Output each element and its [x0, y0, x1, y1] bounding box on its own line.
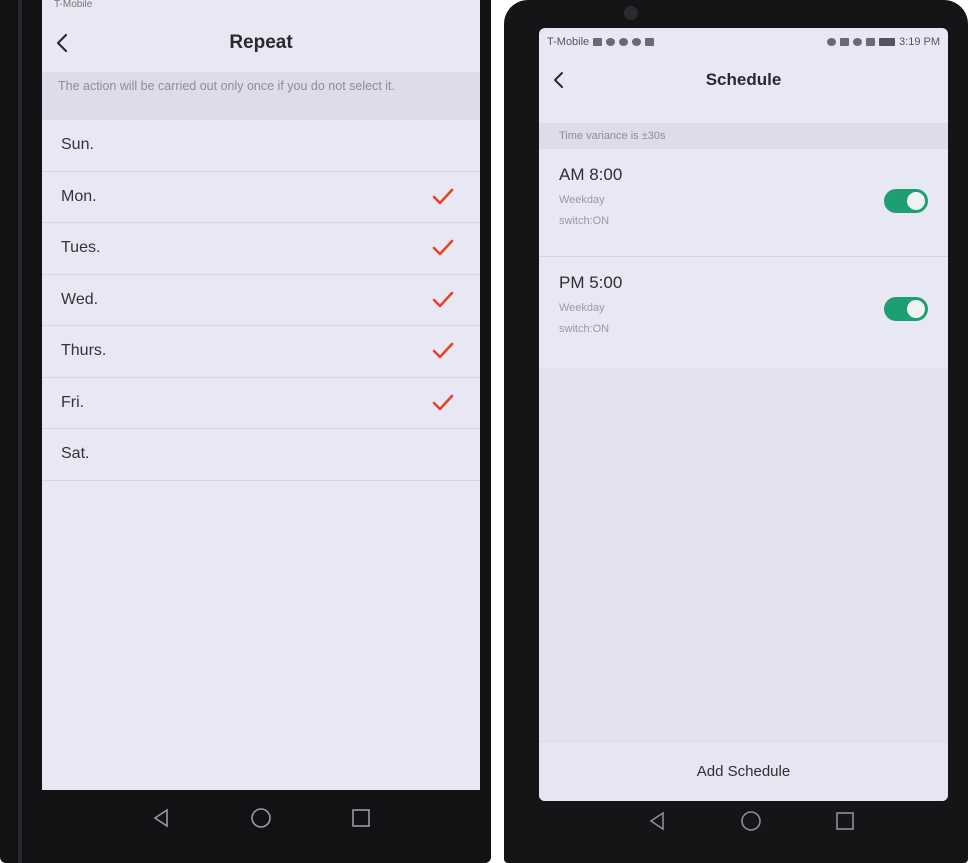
- status-bar: T-Mobile 3:19 PM: [539, 28, 948, 56]
- schedule-screen: T-Mobile 3:19 PM Schedule Time variance …: [539, 28, 948, 801]
- triangle-back-icon: [153, 808, 168, 828]
- home-key[interactable]: [740, 810, 762, 832]
- status-carrier: T-Mobile: [54, 0, 93, 10]
- repeat-screen: T-Mobile Repeat The action will be carri…: [42, 0, 480, 790]
- check-icon: [432, 239, 454, 256]
- day-row[interactable]: Wed.: [42, 275, 480, 326]
- page-title: Repeat: [229, 32, 293, 53]
- time-variance-note: Time variance is ±30s: [539, 123, 948, 149]
- back-button[interactable]: [56, 29, 76, 57]
- schedule-list: AM 8:00 Weekday switch:ON PM 5:00 Weekday swi…: [539, 149, 948, 365]
- status-time: 3:19 PM: [899, 36, 940, 48]
- nav-softkeys: [646, 805, 856, 837]
- signal-icon: [866, 38, 876, 46]
- empty-area: [539, 368, 948, 741]
- schedule-action: switch:ON: [559, 215, 610, 227]
- toggle-knob: [907, 192, 925, 210]
- recent-key[interactable]: [834, 810, 856, 832]
- nav-bar: Repeat: [42, 20, 480, 66]
- schedule-time: PM 5:00: [559, 273, 623, 292]
- repeat-hint: The action will be carried out only once…: [42, 72, 480, 120]
- chevron-left-icon: [554, 72, 563, 88]
- circle-home-icon: [741, 811, 761, 831]
- square-recent-icon: [836, 812, 854, 830]
- notification-icon: [593, 38, 603, 46]
- day-label: Mon.: [61, 187, 97, 205]
- status-carrier: T-Mobile: [547, 36, 590, 48]
- day-label: Fri.: [61, 393, 85, 411]
- day-label: Sun.: [61, 136, 94, 154]
- notification-icon: [632, 38, 642, 46]
- check-icon: [432, 394, 454, 411]
- status-bar: T-Mobile: [42, 0, 480, 10]
- schedule-item[interactable]: AM 8:00 Weekday switch:ON: [539, 149, 948, 257]
- circle-home-icon: [251, 808, 271, 828]
- day-row[interactable]: Sat.: [42, 429, 480, 481]
- add-schedule-label: Add Schedule: [696, 763, 791, 780]
- schedule-time: AM 8:00: [559, 165, 623, 184]
- day-row[interactable]: Mon.: [42, 172, 480, 223]
- add-schedule-button[interactable]: Add Schedule: [539, 741, 948, 801]
- check-icon: [432, 188, 454, 205]
- schedule-item[interactable]: PM 5:00 Weekday switch:ON: [539, 257, 948, 365]
- check-icon: [432, 342, 454, 359]
- recent-key[interactable]: [350, 807, 372, 829]
- alarm-icon: [827, 38, 837, 46]
- repeat-phone: T-Mobile Repeat The action will be carri…: [0, 0, 491, 863]
- triangle-back-icon: [649, 811, 664, 831]
- back-button[interactable]: [553, 66, 573, 94]
- front-camera: [624, 6, 638, 20]
- day-label: Tues.: [61, 239, 101, 257]
- notification-icon: [606, 38, 616, 46]
- schedule-toggle[interactable]: [884, 189, 928, 213]
- toggle-knob: [907, 300, 925, 318]
- day-label: Wed.: [61, 290, 99, 308]
- schedule-action: switch:ON: [559, 323, 610, 335]
- day-row[interactable]: Sun.: [42, 120, 480, 172]
- page-title: Schedule: [705, 70, 782, 89]
- day-row[interactable]: Thurs.: [42, 326, 480, 378]
- bluetooth-icon: [840, 38, 850, 46]
- square-recent-icon: [352, 809, 370, 827]
- notification-icon: [619, 38, 629, 46]
- schedule-phone: T-Mobile 3:19 PM Schedule Time variance …: [504, 0, 968, 863]
- mail-icon: [645, 38, 655, 46]
- bezel-edge: [18, 0, 22, 863]
- day-label: Thurs.: [61, 342, 107, 360]
- nav-bar: Schedule: [539, 60, 948, 100]
- back-key[interactable]: [150, 807, 172, 829]
- nav-softkeys: [150, 800, 372, 836]
- wifi-icon: [853, 38, 863, 46]
- battery-icon: [879, 38, 896, 46]
- home-key[interactable]: [250, 807, 272, 829]
- day-row[interactable]: Fri.: [42, 378, 480, 429]
- day-label: Sat.: [61, 445, 90, 463]
- schedule-toggle[interactable]: [884, 297, 928, 321]
- day-row[interactable]: Tues.: [42, 223, 480, 275]
- day-list: Sun. Mon. Tues. Wed. Thurs. Fri. Sat.: [42, 120, 480, 481]
- back-key[interactable]: [646, 810, 668, 832]
- chevron-left-icon: [56, 33, 68, 53]
- check-icon: [432, 291, 454, 308]
